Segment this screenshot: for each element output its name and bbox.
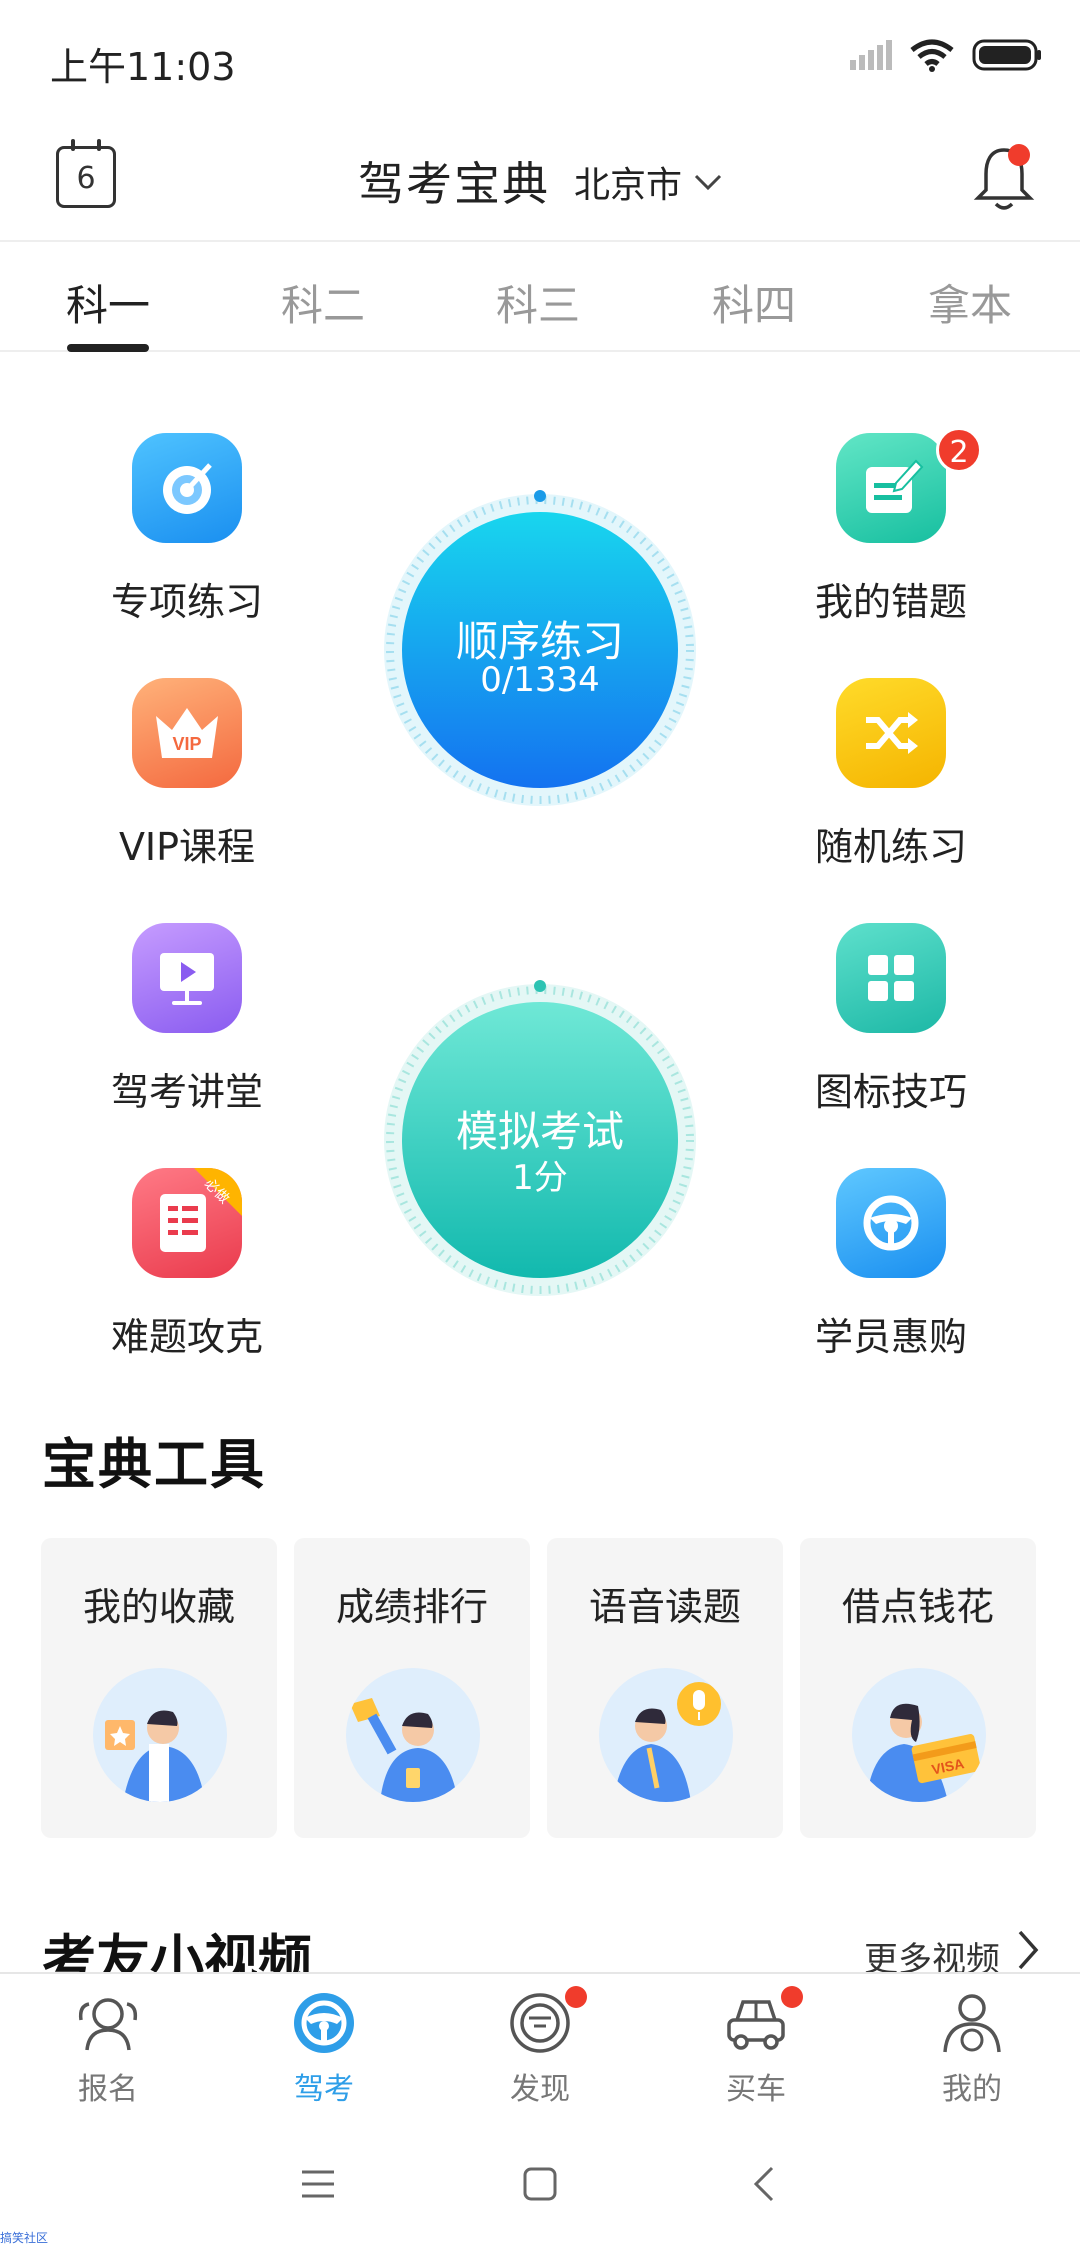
feature-label: 随机练习 xyxy=(814,825,967,869)
tool-label: 语音读题 xyxy=(588,1585,741,1629)
feature-label: 难题攻克 xyxy=(110,1315,263,1359)
city-selector[interactable]: 北京市 xyxy=(574,156,722,208)
status-bar: 上午11:03 xyxy=(0,0,1080,118)
tool-label: 我的收藏 xyxy=(82,1585,235,1629)
wifi-icon xyxy=(910,39,954,72)
tab-subject-2[interactable]: 科二 xyxy=(253,272,393,333)
nav-label: 报名 xyxy=(78,2072,138,2107)
car-icon xyxy=(723,1986,803,2056)
tools-section-title: 宝典工具 xyxy=(42,1433,266,1496)
profile-icon xyxy=(939,1990,1005,2056)
chevron-right-icon[interactable] xyxy=(1016,1928,1040,1972)
icon-tips-grid-icon xyxy=(836,923,946,1033)
top-header: 6 驾考宝典 北京市 xyxy=(0,118,1080,242)
signup-icon xyxy=(75,1990,141,2056)
mock-exam-score: 1分 xyxy=(512,1158,568,1198)
home-icon[interactable] xyxy=(520,2164,560,2204)
chevron-down-icon xyxy=(694,174,722,191)
feature-label: 学员惠购 xyxy=(814,1315,967,1359)
tool-label: 成绩排行 xyxy=(335,1585,488,1629)
voice-reading-illustration xyxy=(599,1668,733,1802)
back-icon[interactable] xyxy=(746,2164,786,2204)
app-title: 驾考宝典 xyxy=(358,157,550,211)
shuffle-icon xyxy=(836,678,946,788)
steering-wheel-icon xyxy=(836,1168,946,1278)
feature-random-practice[interactable]: 随机练习 xyxy=(781,678,1001,871)
borrow-money-illustration: VISA xyxy=(852,1668,986,1802)
hard-question-icon: 必做 xyxy=(132,1168,242,1278)
tool-score-ranking[interactable]: 成绩排行 xyxy=(294,1538,530,1838)
feature-label: 我的错题 xyxy=(814,580,967,624)
nav-label: 驾考 xyxy=(294,2072,354,2107)
vip-text: VIP xyxy=(172,734,201,754)
watermark: 搞笑社区 xyxy=(0,2231,49,2245)
sequential-progress: 0/1334 xyxy=(480,660,600,700)
vip-crown-icon: VIP xyxy=(132,678,242,788)
favorites-illustration xyxy=(93,1668,227,1802)
subject-tabs: 科一 科二 科三 科四 拿本 xyxy=(0,244,1080,352)
feature-label: 图标技巧 xyxy=(814,1070,967,1114)
ranking-illustration xyxy=(346,1668,480,1802)
target-icon xyxy=(132,433,242,543)
feature-hard-questions[interactable]: 必做 难题攻克 xyxy=(77,1168,297,1361)
nav-signup[interactable]: 报名 xyxy=(38,1990,178,2108)
notification-dot xyxy=(1008,144,1030,166)
feature-student-deals[interactable]: 学员惠购 xyxy=(781,1168,1001,1361)
nav-driving-test[interactable]: 驾考 xyxy=(254,1990,394,2108)
feature-driving-lecture[interactable]: 驾考讲堂 xyxy=(77,923,297,1116)
notification-button[interactable] xyxy=(972,144,1036,214)
battery-icon xyxy=(972,39,1041,71)
feature-label: VIP课程 xyxy=(118,825,256,869)
nav-profile[interactable]: 我的 xyxy=(902,1990,1042,2108)
tab-get-license[interactable]: 拿本 xyxy=(900,272,1040,333)
nav-label: 买车 xyxy=(726,2072,786,2107)
feature-label: 驾考讲堂 xyxy=(110,1070,263,1114)
tab-subject-4[interactable]: 科四 xyxy=(684,272,824,333)
feature-special-practice[interactable]: 专项练习 xyxy=(77,433,297,626)
tool-label: 借点钱花 xyxy=(841,1585,994,1629)
feature-icon-tips[interactable]: 图标技巧 xyxy=(781,923,1001,1116)
tool-voice-reading[interactable]: 语音读题 xyxy=(547,1538,783,1838)
signal-icon xyxy=(850,40,892,70)
feature-vip-course[interactable]: VIP VIP课程 xyxy=(77,678,297,871)
nav-buy-car[interactable]: 买车 xyxy=(686,1986,826,2108)
sequential-practice-button[interactable]: 顺序练习 0/1334 xyxy=(380,490,700,810)
video-lecture-icon xyxy=(132,923,242,1033)
nav-label: 发现 xyxy=(510,2072,570,2107)
status-icons xyxy=(850,38,1042,72)
wrong-questions-icon: 2 xyxy=(836,427,982,543)
discover-notification-dot xyxy=(565,1986,587,2008)
feature-label: 专项练习 xyxy=(110,580,263,624)
tool-my-favorites[interactable]: 我的收藏 xyxy=(41,1538,277,1838)
tool-borrow-money[interactable]: 借点钱花 VISA xyxy=(800,1538,1036,1838)
calendar-icon[interactable]: 6 xyxy=(56,139,116,208)
tab-subject-3[interactable]: 科三 xyxy=(468,272,608,333)
buy-car-notification-dot xyxy=(781,1986,803,2008)
city-name: 北京市 xyxy=(574,165,683,206)
steering-wheel-icon xyxy=(291,1990,357,2056)
calendar-day: 6 xyxy=(76,161,96,196)
nav-label: 我的 xyxy=(942,2072,1002,2107)
menu-icon[interactable] xyxy=(298,2164,338,2204)
bottom-navigation: 报名 驾考 发现 买车 我的 xyxy=(0,1972,1080,2120)
mistake-count-badge: 2 xyxy=(936,427,982,473)
tab-subject-1[interactable]: 科一 xyxy=(38,272,178,333)
nav-discover[interactable]: 发现 xyxy=(470,1986,610,2108)
system-navigation-bar: 搞笑社区 xyxy=(0,2120,1080,2248)
feature-my-mistakes[interactable]: 2 我的错题 xyxy=(781,427,1001,626)
discover-icon xyxy=(507,1986,587,2056)
videos-section-title: 考友小视频 xyxy=(42,1929,312,1972)
status-time: 上午11:03 xyxy=(50,45,236,89)
tab-indicator xyxy=(67,344,149,352)
mock-exam-button[interactable]: 模拟考试 1分 xyxy=(380,980,700,1300)
